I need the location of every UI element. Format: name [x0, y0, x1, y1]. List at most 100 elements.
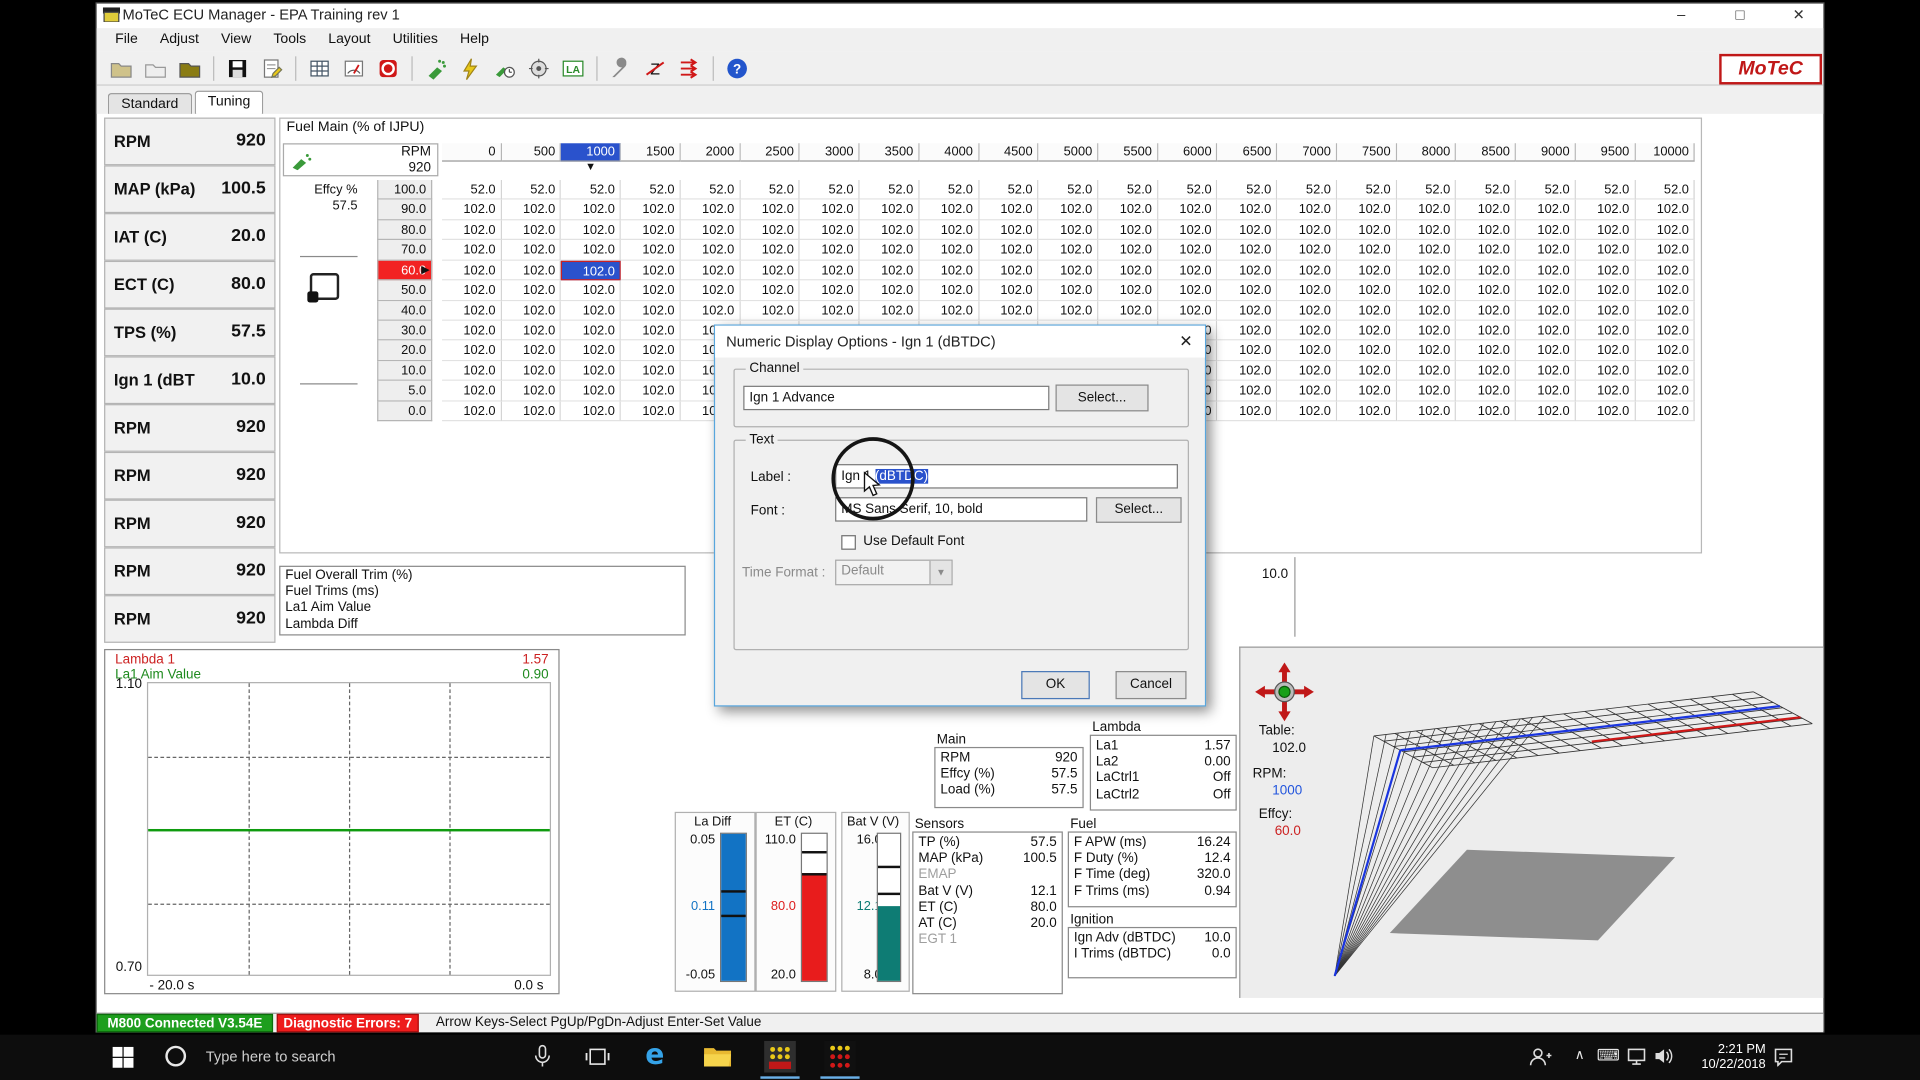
col-header[interactable]: 6000: [1158, 143, 1218, 161]
table-cell[interactable]: 102.0: [1456, 281, 1516, 301]
table-cell[interactable]: 102.0: [1397, 401, 1457, 421]
table-cell[interactable]: 102.0: [740, 281, 800, 301]
table-cell[interactable]: 102.0: [1218, 301, 1278, 321]
table-cell[interactable]: 102.0: [621, 200, 681, 220]
table-cell[interactable]: 102.0: [1039, 220, 1099, 240]
search-input[interactable]: Type here to search: [206, 1048, 336, 1065]
col-header[interactable]: 5000: [1039, 143, 1099, 161]
table-cell[interactable]: 102.0: [1158, 301, 1218, 321]
table-cell[interactable]: 102.0: [1397, 381, 1457, 401]
table-cell[interactable]: 102.0: [919, 260, 979, 280]
gauge-display-icon[interactable]: [339, 53, 368, 82]
table-cell[interactable]: 102.0: [860, 281, 920, 301]
table-cell[interactable]: 102.0: [1516, 321, 1576, 341]
table-cell[interactable]: 102.0: [502, 240, 562, 260]
table-cell[interactable]: 102.0: [860, 301, 920, 321]
table-cell[interactable]: 102.0: [1397, 301, 1457, 321]
menu-item-help[interactable]: Help: [449, 28, 500, 51]
table-cell[interactable]: 102.0: [1158, 240, 1218, 260]
table-cell[interactable]: 52.0: [740, 180, 800, 200]
row-header[interactable]: 0.0: [377, 401, 432, 421]
table-cell[interactable]: 102.0: [1397, 200, 1457, 220]
table-cell[interactable]: 102.0: [1516, 220, 1576, 240]
table-cell[interactable]: 102.0: [1337, 301, 1397, 321]
folder-new-icon[interactable]: [141, 53, 170, 82]
sensor-item[interactable]: IAT (C)20.0: [104, 213, 275, 261]
table-cell[interactable]: 102.0: [442, 301, 502, 321]
table-cell[interactable]: 102.0: [860, 220, 920, 240]
col-header[interactable]: 8000: [1397, 143, 1457, 161]
sensor-item[interactable]: RPM920: [104, 118, 275, 166]
injector-test-icon[interactable]: [421, 53, 450, 82]
lambda-la-icon[interactable]: LA: [558, 53, 587, 82]
table-cell[interactable]: 102.0: [979, 220, 1039, 240]
table-cell[interactable]: 102.0: [621, 341, 681, 361]
table-cell[interactable]: 102.0: [1218, 361, 1278, 381]
col-header[interactable]: 4500: [979, 143, 1039, 161]
row-header[interactable]: 70.0: [377, 240, 432, 260]
table-cell[interactable]: 102.0: [1337, 200, 1397, 220]
chevron-up-icon[interactable]: ∧: [1575, 1047, 1585, 1063]
help-icon[interactable]: ?: [722, 53, 751, 82]
table-cell[interactable]: 102.0: [979, 301, 1039, 321]
table-cell[interactable]: 102.0: [1337, 240, 1397, 260]
table-cell[interactable]: 102.0: [621, 361, 681, 381]
table-cell[interactable]: 102.0: [502, 401, 562, 421]
table-cell[interactable]: 102.0: [502, 220, 562, 240]
table-cell[interactable]: 102.0: [1456, 200, 1516, 220]
table-cell[interactable]: 102.0: [1218, 341, 1278, 361]
table-cell[interactable]: 102.0: [1635, 381, 1695, 401]
table-cell[interactable]: 102.0: [1039, 281, 1099, 301]
col-header[interactable]: 4000: [919, 143, 979, 161]
table-cell[interactable]: 102.0: [1516, 381, 1576, 401]
sensor-item[interactable]: RPM920: [104, 500, 275, 548]
sensor-item[interactable]: MAP (kPa)100.5: [104, 165, 275, 213]
row-header[interactable]: 30.0: [377, 321, 432, 341]
table-cell[interactable]: 102.0: [740, 301, 800, 321]
table-cell[interactable]: 102.0: [1337, 361, 1397, 381]
row-header[interactable]: 10.0: [377, 361, 432, 381]
table-cell[interactable]: 102.0: [442, 321, 502, 341]
table-cell[interactable]: 102.0: [979, 281, 1039, 301]
table-cell[interactable]: 102.0: [919, 281, 979, 301]
row-header[interactable]: 100.0: [377, 180, 432, 200]
table-cell[interactable]: 102.0: [561, 381, 621, 401]
channel-list-item[interactable]: Lambda Diff: [280, 617, 684, 633]
table-cell[interactable]: 102.0: [1277, 401, 1337, 421]
table-cell[interactable]: 102.0: [1397, 341, 1457, 361]
table-cell[interactable]: 102.0: [1576, 401, 1636, 421]
table-cell[interactable]: 102.0: [1277, 220, 1337, 240]
fuel-surface-plot[interactable]: [1298, 648, 1825, 998]
table-cell[interactable]: 102.0: [740, 260, 800, 280]
table-cell[interactable]: 102.0: [561, 281, 621, 301]
table-cell[interactable]: 52.0: [502, 180, 562, 200]
table-cell[interactable]: 102.0: [442, 240, 502, 260]
table-cell[interactable]: 102.0: [1576, 240, 1636, 260]
table-cell[interactable]: 102.0: [1516, 341, 1576, 361]
table-cell[interactable]: 102.0: [1516, 401, 1576, 421]
table-cell[interactable]: 102.0: [740, 240, 800, 260]
table-cell[interactable]: 102.0: [1277, 240, 1337, 260]
table-cell[interactable]: 102.0: [1456, 260, 1516, 280]
table-cell[interactable]: 102.0: [1098, 240, 1158, 260]
table-cell[interactable]: 102.0: [1576, 281, 1636, 301]
table-cell[interactable]: 52.0: [1098, 180, 1158, 200]
table-cell[interactable]: 102.0: [621, 260, 681, 280]
menu-item-tools[interactable]: Tools: [262, 28, 317, 51]
table-cell[interactable]: 102.0: [1516, 240, 1576, 260]
table-cell[interactable]: 102.0: [979, 260, 1039, 280]
col-header[interactable]: 9000: [1516, 143, 1576, 161]
table-cell[interactable]: 102.0: [561, 361, 621, 381]
table-cell[interactable]: 102.0: [1635, 240, 1695, 260]
channel-input[interactable]: Ign 1 Advance: [743, 386, 1049, 410]
col-header[interactable]: 2500: [740, 143, 800, 161]
table-cell[interactable]: 52.0: [1277, 180, 1337, 200]
edge-browser-icon[interactable]: e: [645, 1040, 664, 1072]
table-cell[interactable]: 102.0: [1039, 301, 1099, 321]
table-cell[interactable]: 102.0: [979, 240, 1039, 260]
table-cell[interactable]: 102.0: [442, 401, 502, 421]
table-cell[interactable]: 102.0: [502, 260, 562, 280]
table-cell[interactable]: 102.0: [1576, 200, 1636, 220]
table-cell[interactable]: 102.0: [442, 381, 502, 401]
table-cell[interactable]: 52.0: [860, 180, 920, 200]
